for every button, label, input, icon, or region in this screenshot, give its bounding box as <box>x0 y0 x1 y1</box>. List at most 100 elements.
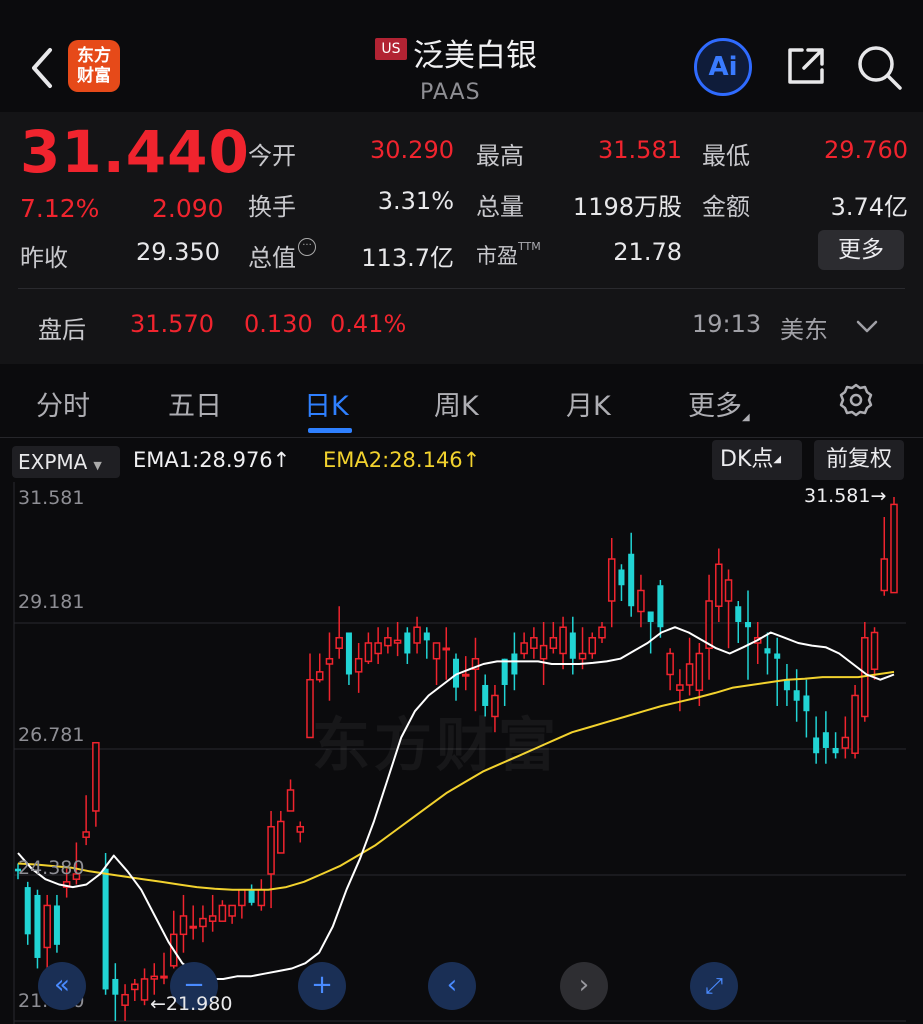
candle-body <box>34 894 41 958</box>
candle-body <box>432 642 441 660</box>
scroll-right-button[interactable]: › <box>560 962 608 1010</box>
candle-body <box>637 589 645 613</box>
after-hours-label: 盘后 <box>38 316 86 344</box>
gear-icon <box>839 383 873 417</box>
tab-more[interactable]: 更多◢ <box>688 384 750 423</box>
candle-body <box>676 684 684 691</box>
ai-assistant-button[interactable]: Ai <box>694 38 752 96</box>
tab-intraday[interactable]: 分时 <box>36 384 90 423</box>
candle-body <box>121 993 129 1006</box>
min-price-marker: ←21.980 <box>150 993 233 1015</box>
candle-body <box>803 695 810 712</box>
candle-body <box>774 653 781 659</box>
candle-body <box>685 663 694 686</box>
candle-body <box>248 889 255 903</box>
candle-body <box>442 647 451 651</box>
after-hours-expand-button[interactable] <box>852 312 882 342</box>
candle-body <box>296 825 305 833</box>
stock-name: 泛美白银 <box>413 38 537 74</box>
indicator-select[interactable]: EXPMA ▼ <box>12 446 120 478</box>
price-adjust-button[interactable]: 前复权 <box>814 440 904 480</box>
candle-body <box>423 632 430 641</box>
candle-body <box>374 642 382 655</box>
zoom-out-button[interactable]: « <box>38 962 86 1010</box>
candle-body <box>53 905 60 945</box>
tab-monthly-k[interactable]: 月K <box>566 384 611 423</box>
candle-body <box>705 600 713 649</box>
app-logo-text: 东方财富 <box>77 46 111 86</box>
candle-body <box>530 636 538 649</box>
more-quote-button[interactable]: 更多 <box>818 230 904 270</box>
share-button[interactable] <box>782 42 830 90</box>
change-amount: 2.090 <box>152 194 224 223</box>
candle-body <box>160 975 168 979</box>
candle-body <box>598 626 606 639</box>
pe-ttm-suffix: TTM <box>518 240 541 253</box>
tab-daily-k[interactable]: 日K <box>304 384 349 423</box>
amount-label: 金额 <box>702 193 750 221</box>
stock-code: PAAS <box>420 80 481 105</box>
candle-body <box>735 606 742 622</box>
info-icon[interactable]: ··· <box>298 238 316 256</box>
candle-body <box>82 831 90 838</box>
tab-weekly-k[interactable]: 周K <box>434 384 479 423</box>
high-value: 31.581 <box>598 136 682 164</box>
candle-body <box>461 673 470 677</box>
open-value: 30.290 <box>370 136 454 164</box>
candle-body <box>413 626 421 644</box>
scroll-left-button[interactable]: ‹ <box>428 962 476 1010</box>
fullscreen-button[interactable]: ⤢ <box>690 962 738 1010</box>
change-percent: 7.12% <box>20 194 100 223</box>
candle-body <box>666 652 674 676</box>
candle-body <box>218 904 227 922</box>
candle-body <box>695 652 704 691</box>
candle-body <box>851 694 859 754</box>
candle-body <box>208 915 217 922</box>
candle-body <box>832 747 839 754</box>
active-tab-indicator <box>308 428 352 433</box>
market-cap-label: 总值 ··· <box>248 238 316 273</box>
candle-body <box>102 868 109 990</box>
turnover-value: 3.31% <box>377 187 454 215</box>
tab-five-day[interactable]: 五日 <box>168 384 222 423</box>
y-tick-label: 31.581 <box>18 487 85 509</box>
chart-settings-button[interactable] <box>836 380 876 420</box>
prev-close-label: 昨收 <box>20 244 68 272</box>
y-tick-label: 24.380 <box>18 857 85 879</box>
pe-value: 21.78 <box>613 238 682 266</box>
low-label: 最低 <box>702 142 750 170</box>
search-button[interactable] <box>854 42 906 94</box>
volume-label: 总量 <box>476 193 524 221</box>
back-button[interactable] <box>22 38 62 98</box>
after-hours-change: 0.130 <box>244 310 313 338</box>
candle-body <box>870 631 879 670</box>
app-logo: 东方财富 <box>68 40 120 92</box>
share-icon <box>788 48 824 84</box>
dropdown-arrow-icon: ▼ <box>93 459 102 472</box>
candle-body <box>267 825 275 875</box>
dk-point-button[interactable]: DK点◢ <box>712 440 802 480</box>
ema2-readout: EMA2:28.146↑ <box>323 448 481 472</box>
high-label: 最高 <box>476 142 524 170</box>
candle-body <box>715 563 723 607</box>
candle-body <box>393 639 402 644</box>
search-icon <box>858 46 902 90</box>
candle-body <box>315 671 324 681</box>
candle-body <box>43 904 51 949</box>
candle-body <box>520 642 528 655</box>
open-label: 今开 <box>248 142 296 170</box>
candle-body <box>559 626 567 655</box>
last-price: 31.440 <box>20 118 250 186</box>
market-badge: US <box>375 38 407 60</box>
candle-body <box>364 642 373 663</box>
corner-triangle-icon: ◢ <box>773 454 782 465</box>
candle-body <box>189 925 197 929</box>
candle-body <box>335 636 343 649</box>
candle-body <box>501 658 508 685</box>
amount-value: 3.74亿 <box>830 193 908 221</box>
ema1-readout: EMA1:28.976↑ <box>133 448 291 472</box>
candle-body <box>228 904 236 917</box>
candle-body <box>549 636 558 649</box>
candle-body <box>724 579 733 602</box>
scale-plus-button[interactable]: + <box>298 962 346 1010</box>
